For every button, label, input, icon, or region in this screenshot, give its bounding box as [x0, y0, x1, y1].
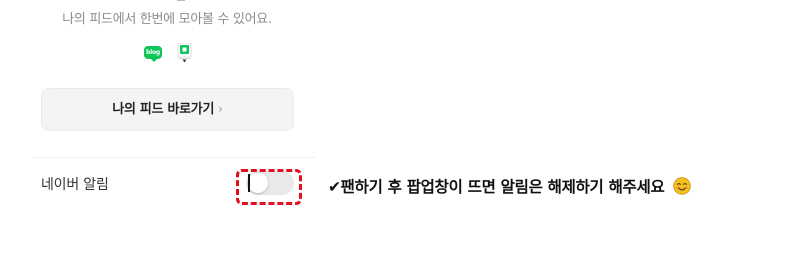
smiling-face-icon [672, 177, 691, 195]
instruction-annotation: ✔팬하기 후 팝업창이 뜨면 알림은 해제하기 해주세요 [328, 175, 691, 197]
naver-alarm-label: 네이버 알림 [41, 177, 109, 193]
go-to-my-feed-label: 나의 피드 바로가기 [112, 102, 215, 117]
toggle-highlight-box [236, 169, 302, 205]
section-divider [33, 157, 316, 158]
feed-description: 나의 피드에서 한번에 모아볼 수 있어요. [62, 12, 272, 27]
blog-icon-text: blog [146, 49, 160, 56]
cafe-icon [177, 43, 192, 63]
instruction-text: ✔팬하기 후 팝업창이 뜨면 알림은 해제하기 해주세요 [328, 178, 665, 196]
scroll-fragment [177, 0, 185, 1]
feed-settings-panel: 나의 피드에서 한번에 모아볼 수 있어요. blog 나의 피드 바로가기 › … [0, 0, 800, 256]
chevron-right-icon: › [218, 102, 223, 116]
go-to-my-feed-button[interactable]: 나의 피드 바로가기 › [41, 88, 294, 131]
service-icons: blog [144, 43, 204, 69]
blog-icon: blog [144, 46, 162, 62]
